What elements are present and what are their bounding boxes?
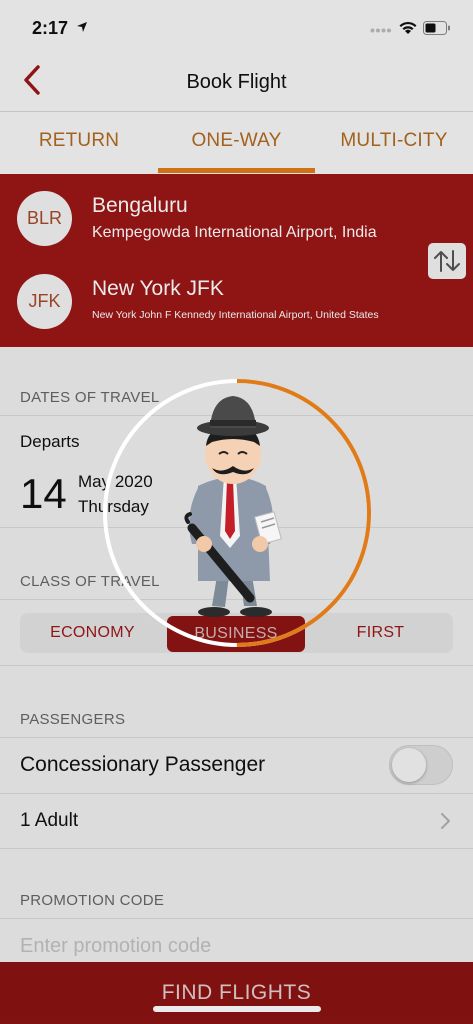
passenger-count: 1 Adult	[20, 810, 79, 831]
divider	[0, 737, 473, 738]
divider	[0, 848, 473, 849]
location-arrow-icon	[77, 22, 87, 32]
find-flights-button[interactable]: FIND FLIGHTS	[0, 962, 473, 1024]
departs-label: Departs	[20, 432, 80, 451]
concession-label: Concessionary Passenger	[20, 753, 266, 776]
departure-day: 14	[20, 470, 67, 517]
battery-icon	[423, 21, 450, 35]
tab-return[interactable]: RETURN	[0, 112, 158, 174]
tab-multi-city[interactable]: MULTI-CITY	[315, 112, 473, 174]
origin-code-badge[interactable]: BLR	[17, 191, 72, 246]
mascot-illustration	[184, 396, 282, 617]
tab-one-way[interactable]: ONE-WAY	[158, 112, 315, 174]
trip-type-tabs: RETURN ONE-WAY MULTI-CITY	[0, 112, 473, 174]
toggle-knob	[392, 748, 426, 782]
tab-selected-indicator	[158, 168, 315, 173]
promo-section-header: PROMOTION CODE	[20, 892, 165, 909]
divider	[0, 793, 473, 794]
status-bar: 2:17	[0, 0, 473, 58]
page-title: Book Flight	[186, 71, 287, 93]
loading-spinner	[103, 379, 371, 647]
wifi-icon	[399, 21, 417, 34]
divider	[0, 918, 473, 919]
origin-city[interactable]: Bengaluru	[92, 194, 188, 218]
swap-route-button[interactable]	[428, 243, 466, 279]
destination-city[interactable]: New York JFK	[92, 277, 224, 301]
passengers-section-header: PASSENGERS	[20, 711, 126, 728]
destination-code-badge[interactable]: JFK	[17, 274, 72, 329]
status-time: 2:17	[32, 18, 69, 38]
home-indicator	[153, 1006, 321, 1012]
divider	[0, 665, 473, 666]
route-panel: BLR Bengaluru Kempegowda International A…	[0, 174, 473, 347]
chevron-right-icon	[441, 813, 450, 829]
swap-arrows-icon	[434, 250, 460, 272]
navigation-bar: Book Flight	[0, 58, 473, 112]
destination-airport: New York John F Kennedy International Ai…	[92, 309, 379, 321]
concession-toggle[interactable]	[389, 745, 453, 785]
origin-airport: Kempegowda International Airport, India	[92, 224, 377, 241]
signal-dots-icon	[370, 28, 391, 33]
promo-code-input[interactable]	[20, 932, 450, 960]
